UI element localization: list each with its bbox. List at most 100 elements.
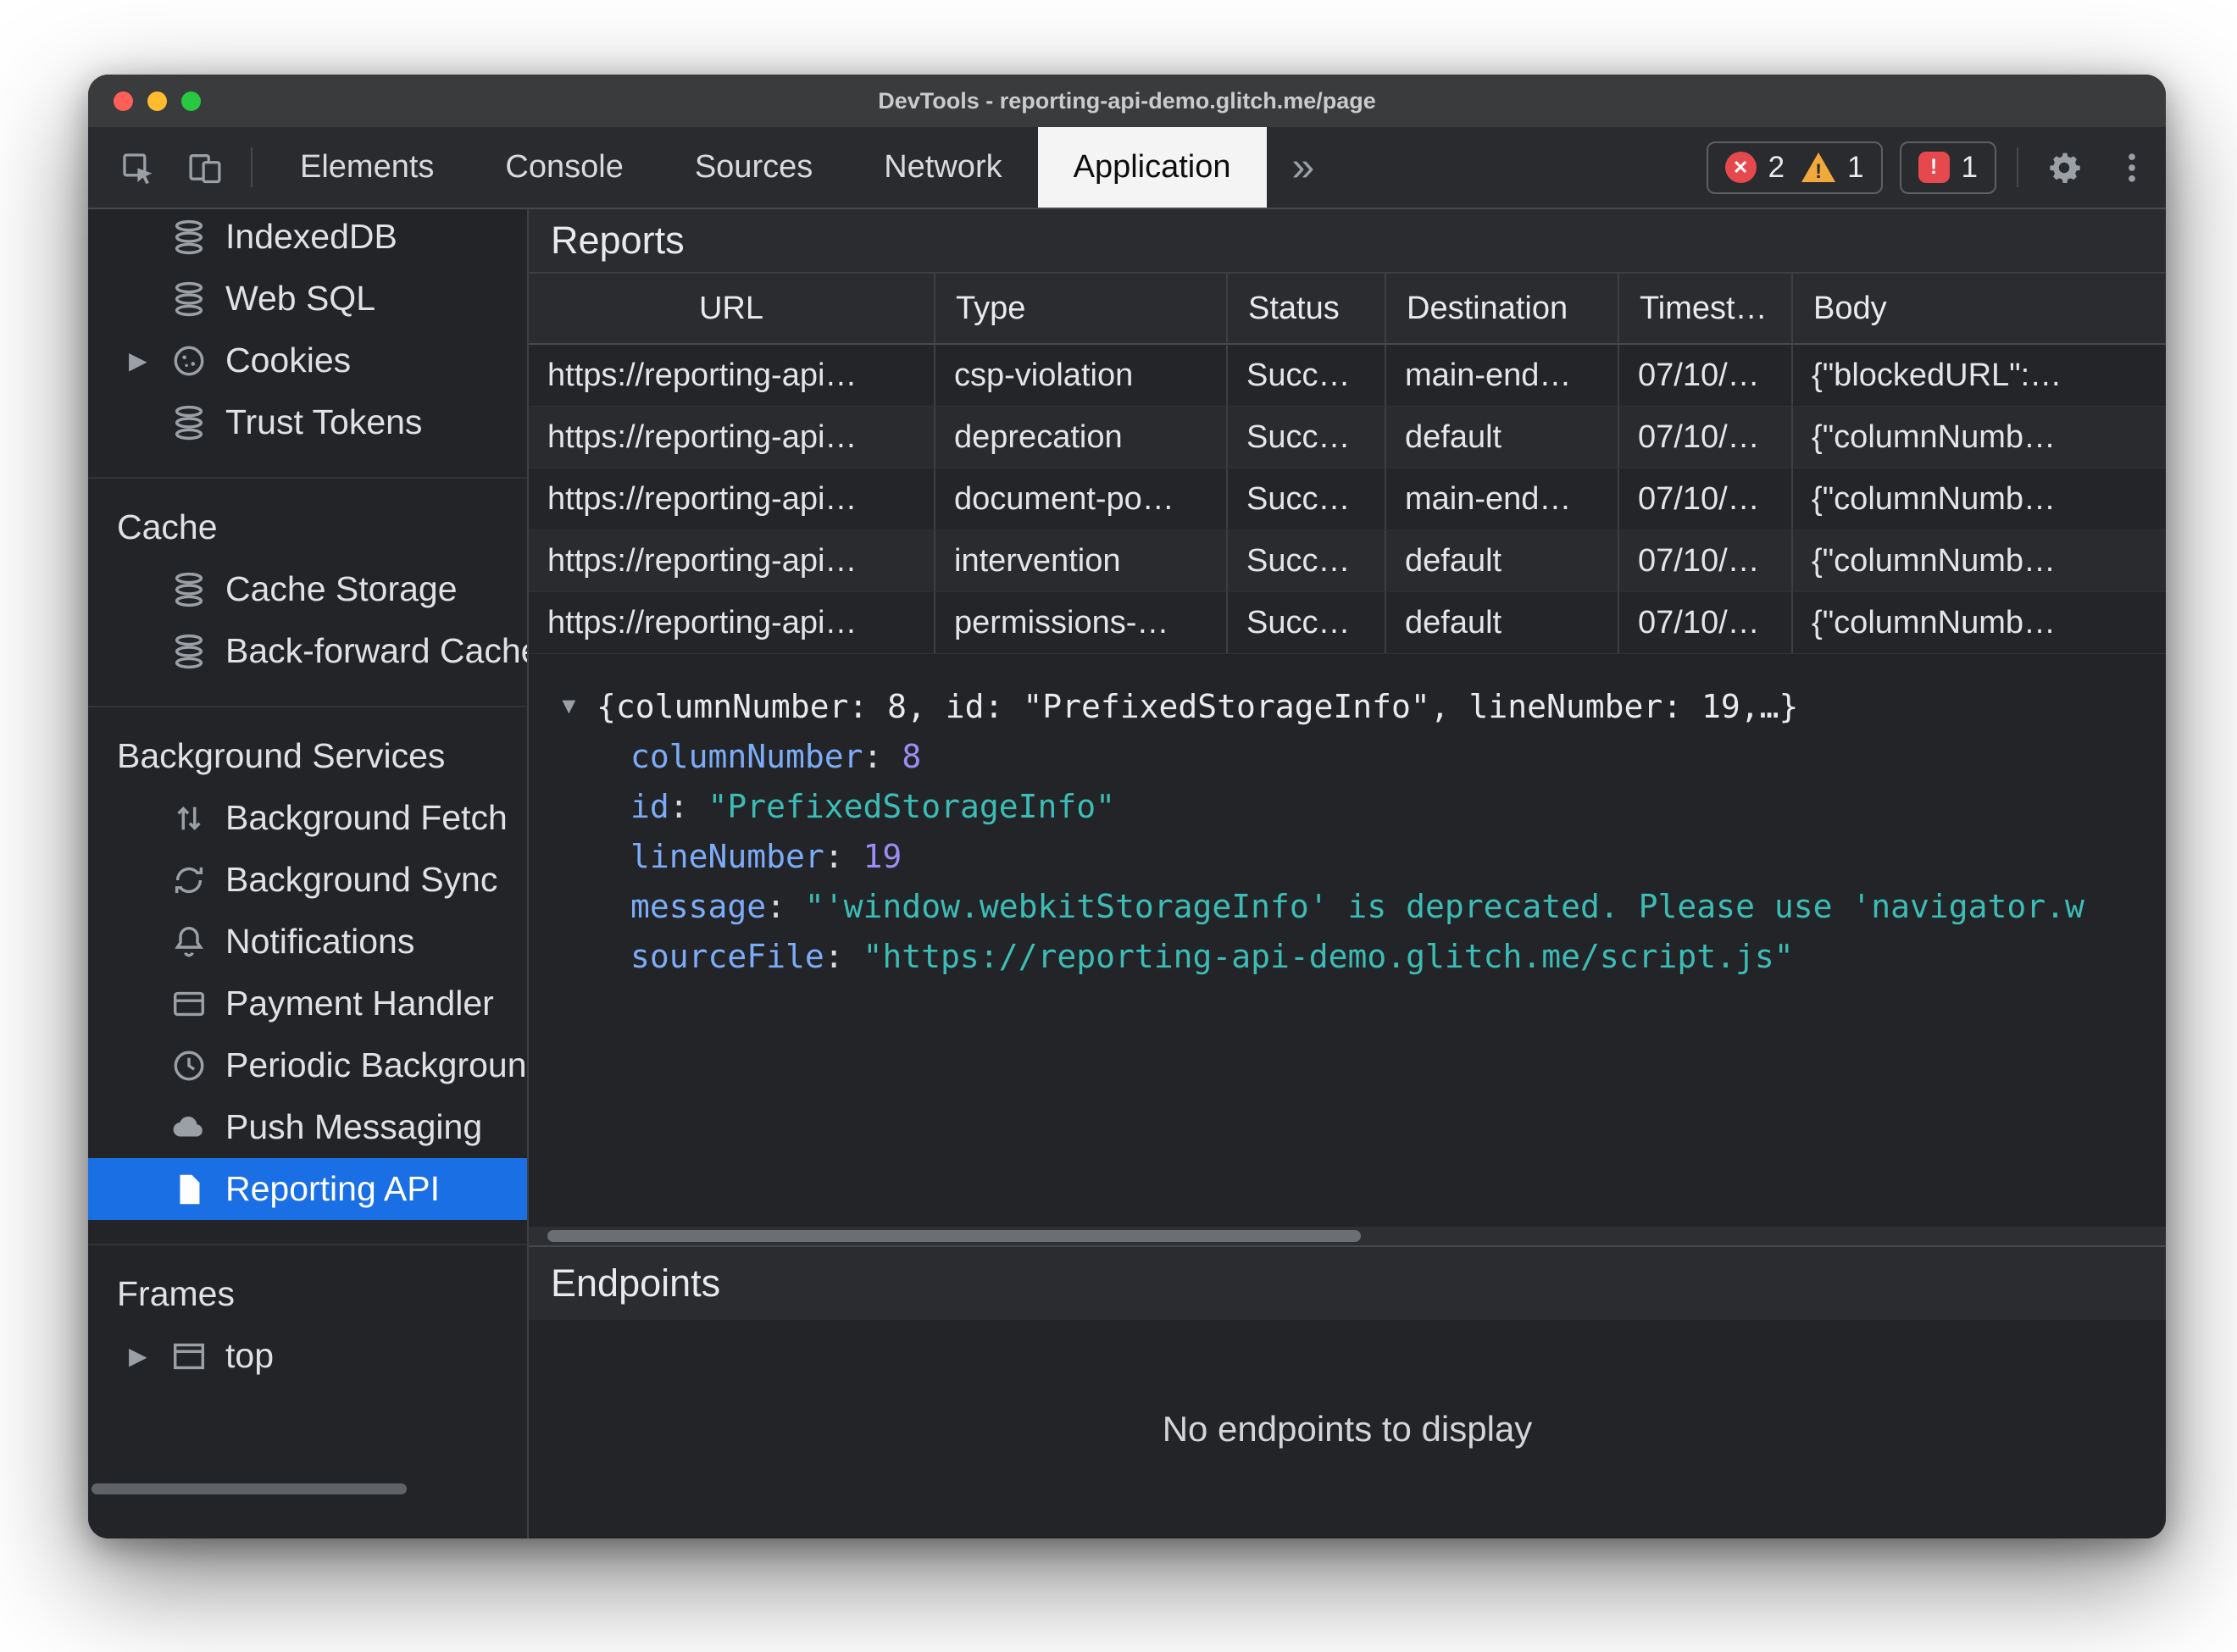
cell-type: intervention [935,530,1228,591]
sidebar-item-cache-storage[interactable]: Cache Storage [88,558,527,620]
devtools-toolbar: Elements Console Sources Network Applica… [88,127,2166,209]
sidebar-item-indexeddb[interactable]: IndexedDB [88,209,527,268]
sidebar-horizontal-scrollbar[interactable] [92,1483,407,1494]
cell-destination: default [1386,592,1619,653]
cell-type: document-po… [935,468,1228,529]
sidebar-section-title: Cache [117,507,218,546]
sidebar-item-label: top [225,1336,274,1375]
bell-icon [169,923,208,962]
device-toolbar-button[interactable] [171,127,239,208]
cell-status: Succ… [1228,407,1386,468]
document-icon [169,1170,208,1209]
issues-count: 1 [1961,150,1978,184]
report-row[interactable]: https://reporting-api… deprecation Succ…… [529,407,2166,468]
chevron-right-icon[interactable] [129,1342,169,1370]
sidebar-item-web-sql[interactable]: Web SQL [88,268,527,330]
inspect-cursor-icon [119,149,156,186]
chevron-right-icon[interactable] [129,346,169,374]
sidebar-item-background-fetch[interactable]: Background Fetch [88,787,527,849]
payment-card-icon [169,984,208,1023]
endpoints-empty-area: No endpoints to display [529,1320,2166,1538]
sidebar-item-push-messaging[interactable]: Push Messaging [88,1096,527,1158]
sidebar-item-label: Payment Handler [225,984,494,1023]
menu-button[interactable] [2098,127,2166,208]
error-count: 2 [1768,150,1785,184]
report-row[interactable]: https://reporting-api… csp-violation Suc… [529,345,2166,407]
sidebar-item-top[interactable]: top [88,1325,527,1387]
tab-label: Console [505,149,624,185]
preview-text: {columnNumber: 8, id: "PrefixedStorageIn… [597,687,1799,725]
application-sidebar: IndexedDB Web SQL Cookies Trust Tokens [88,209,529,1538]
json-property: message"'window.webkitStorageInfo' is de… [529,881,2166,931]
json-number-value: 8 [902,737,922,775]
tab-label: Application [1073,149,1231,185]
json-number-value: 19 [863,837,902,875]
endpoints-empty-message: No endpoints to display [1162,1409,1533,1449]
column-header-body: Body [1813,290,1887,326]
report-row[interactable]: https://reporting-api… document-po… Succ… [529,468,2166,530]
report-row[interactable]: https://reporting-api… permissions-… Suc… [529,592,2166,654]
sidebar-section-title: Background Services [117,735,446,775]
frames-group: Frames top [88,1244,527,1387]
frame-icon [169,1337,208,1376]
warning-count: 1 [1847,150,1864,184]
cell-type: permissions-… [935,592,1228,653]
close-window-button[interactable] [114,91,133,111]
sidebar-item-periodic-background-sync[interactable]: Periodic Background Sync [88,1034,527,1096]
sidebar-item-reporting-api[interactable]: Reporting API [88,1158,527,1220]
tab-elements[interactable]: Elements [264,127,469,208]
column-header-status: Status [1228,274,1386,343]
settings-button[interactable] [2030,127,2098,208]
sidebar-item-cookies[interactable]: Cookies [88,330,527,391]
inspect-element-button[interactable] [103,127,171,208]
titlebar: DevTools - reporting-api-demo.glitch.me/… [88,75,2166,127]
cell-url: https://reporting-api… [529,345,935,406]
cell-url: https://reporting-api… [529,592,935,653]
sidebar-item-notifications[interactable]: Notifications [88,911,527,973]
main-horizontal-scrollbar[interactable] [529,1227,2166,1245]
cell-destination: default [1386,407,1619,468]
report-row[interactable]: https://reporting-api… intervention Succ… [529,530,2166,592]
sidebar-item-background-sync[interactable]: Background Sync [88,849,527,911]
tab-sources[interactable]: Sources [659,127,848,208]
tab-application[interactable]: Application [1037,127,1267,208]
report-body-detail: {columnNumber: 8, id: "PrefixedStorageIn… [529,654,2166,1227]
sidebar-item-back-forward-cache[interactable]: Back-forward Cache [88,620,527,682]
warning-icon [1801,152,1836,182]
database-icon [169,632,208,671]
json-key: id [630,788,708,825]
error-warning-badge[interactable]: 2 1 [1706,141,1883,194]
report-body-preview[interactable]: {columnNumber: 8, id: "PrefixedStorageIn… [529,681,2166,731]
zoom-window-button[interactable] [181,91,201,111]
storage-group: IndexedDB Web SQL Cookies Trust Tokens [88,209,527,453]
minimize-window-button[interactable] [147,91,167,111]
json-key: sourceFile [630,938,863,975]
tab-label: Sources [694,149,813,185]
sidebar-section-title: Frames [117,1273,235,1313]
cell-url: https://reporting-api… [529,530,935,591]
endpoints-title: Endpoints [551,1261,721,1305]
json-key: columnNumber [630,738,902,775]
window-title: DevTools - reporting-api-demo.glitch.me/… [878,87,1376,114]
cell-destination: main-end… [1386,468,1619,529]
cell-timestamp: 07/10/… [1619,592,1793,653]
scrollbar-thumb[interactable] [547,1230,1361,1242]
sidebar-item-trust-tokens[interactable]: Trust Tokens [88,391,527,453]
cookie-icon [169,341,208,380]
more-tabs-button[interactable] [1267,127,1341,208]
collapse-triangle-icon[interactable] [558,693,597,719]
sidebar-item-payment-handler[interactable]: Payment Handler [88,973,527,1034]
endpoints-section-header: Endpoints [529,1245,2166,1320]
tab-network[interactable]: Network [848,127,1037,208]
sidebar-item-label: Reporting API [225,1169,440,1208]
kebab-menu-icon [2113,149,2151,186]
window-controls [114,75,201,127]
issues-badge[interactable]: 1 [1899,141,1996,194]
cloud-icon [169,1108,208,1147]
tab-console[interactable]: Console [469,127,658,208]
gear-icon [2045,149,2083,186]
issues-icon [1918,152,1950,183]
column-header-type: Type [935,274,1228,343]
column-header-destination: Destination [1386,274,1619,343]
devtools-window: DevTools - reporting-api-demo.glitch.me/… [88,75,2166,1538]
